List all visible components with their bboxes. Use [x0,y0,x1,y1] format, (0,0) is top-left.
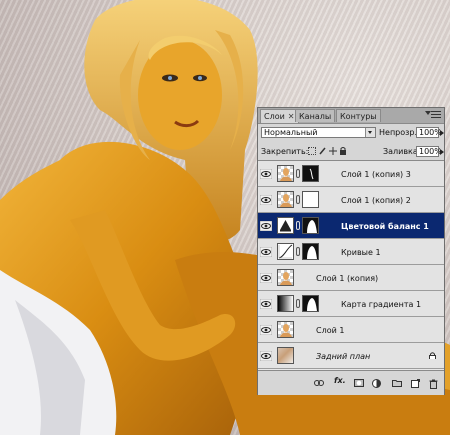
balance-icon-thumbnail [277,217,294,234]
chain-link-icon[interactable] [296,221,300,230]
layer-name: Слой 1 (копия) [316,274,379,283]
new-layer-icon[interactable] [411,379,420,390]
layer-thumbnail [277,165,294,182]
opacity-slider-arrow-icon[interactable] [440,130,444,136]
panel-menu-icon[interactable] [425,111,441,119]
layer-row[interactable]: Цветовой баланс 1 [258,213,444,239]
tab-channels[interactable]: Каналы [295,109,336,122]
chain-link-icon[interactable] [296,299,300,308]
eye-icon[interactable] [260,247,272,257]
gradient-icon-thumbnail [277,295,294,312]
link-icon[interactable] [314,379,324,388]
tab-layers-label: Слои [264,112,285,121]
layer-row[interactable]: Слой 1 (копия) 2 [258,187,444,213]
chevron-down-icon[interactable] [365,128,375,137]
chain-link-icon[interactable] [296,195,300,204]
lock-brush-icon[interactable] [319,147,327,155]
eye-icon[interactable] [260,169,272,179]
layer-row[interactable]: Слой 1 (копия) 3 [258,161,444,187]
lock-icon [429,352,436,359]
group-icon[interactable] [392,379,402,389]
opacity-label: Непрозр.: [379,128,420,137]
chain-link-icon[interactable] [296,247,300,256]
layer-name: Слой 1 (копия) 3 [341,170,411,179]
layer-row[interactable]: Кривые 1 [258,239,444,265]
blend-mode-select[interactable]: Нормальный [261,127,376,138]
blend-row: Нормальный Непрозр.: 100% [258,125,444,141]
lock-row: Закрепить: Заливка: 100% [258,143,444,159]
eye-icon[interactable] [260,351,272,361]
layer-name: Цветовой баланс 1 [341,222,429,231]
layer-name: Задний план [316,352,371,361]
layers-list: Слой 1 (копия) 3 Слой 1 (копия) 2 Цветовой… [258,160,444,370]
panel-bottom-bar: fx. [258,370,444,395]
layer-row[interactable]: Слой 1 (копия) [258,265,444,291]
layer-mask-thumbnail[interactable] [302,165,319,182]
layer-thumbnail [277,269,294,286]
eye-icon[interactable] [260,221,272,231]
layers-panel: Слои ✕ Каналы Контуры Нормальный Непрозр.… [257,107,445,395]
fill-slider-arrow-icon[interactable] [440,149,444,155]
eye-icon[interactable] [260,299,272,309]
fill-input[interactable]: 100% [416,146,442,157]
eye-icon[interactable] [260,325,272,335]
opacity-input[interactable]: 100% [416,127,442,138]
layer-thumbnail [277,191,294,208]
layer-thumbnail [277,347,294,364]
layer-thumbnail [277,321,294,338]
layer-mask-thumbnail[interactable] [302,295,319,312]
blend-mode-value: Нормальный [264,128,318,137]
lock-move-icon[interactable] [329,147,337,155]
tab-layers[interactable]: Слои ✕ [260,109,299,123]
panel-tab-bar: Слои ✕ Каналы Контуры [258,108,444,124]
curves-icon-thumbnail [277,243,294,260]
mask-icon[interactable] [354,379,364,389]
fx-icon[interactable]: fx. [334,376,346,385]
lock-transparent-icon[interactable] [308,147,316,155]
close-icon[interactable]: ✕ [288,112,295,121]
tab-paths[interactable]: Контуры [336,109,381,122]
trash-icon[interactable] [429,379,438,391]
lock-all-icon[interactable] [339,147,347,155]
layer-mask-thumbnail[interactable] [302,191,319,208]
fill-label: Заливка: [383,147,421,156]
adjustment-icon[interactable] [372,379,381,390]
layer-mask-thumbnail[interactable] [302,217,319,234]
layer-name: Слой 1 (копия) 2 [341,196,411,205]
layer-row[interactable]: Слой 1 [258,317,444,343]
lock-label: Закрепить: [261,147,309,156]
layer-name: Кривые 1 [341,248,381,257]
layer-mask-thumbnail[interactable] [302,243,319,260]
tab-channels-label: Каналы [299,112,332,121]
layer-name: Слой 1 [316,326,345,335]
layer-row[interactable]: Задний план [258,343,444,369]
eye-icon[interactable] [260,273,272,283]
layer-name: Карта градиента 1 [341,300,422,309]
layer-row[interactable]: Карта градиента 1 [258,291,444,317]
chain-link-icon[interactable] [296,169,300,178]
eye-icon[interactable] [260,195,272,205]
tab-paths-label: Контуры [340,112,377,121]
